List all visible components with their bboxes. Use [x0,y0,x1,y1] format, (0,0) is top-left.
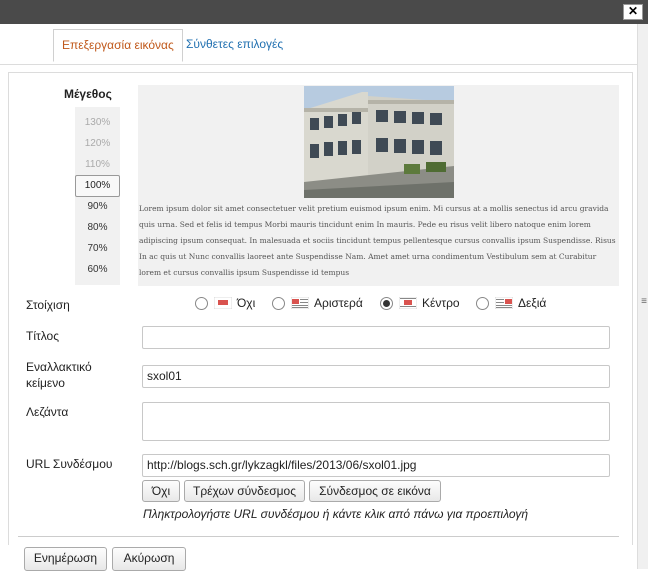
link-url-label: URL Συνδέσμου [26,457,113,471]
alt-text-label-line1: Εναλλακτικό [26,360,92,374]
link-url-hint: Πληκτρολογήστε URL συνδέσμου ή κάντε κλι… [143,507,529,521]
size-option-130[interactable]: 130% [75,113,120,133]
cancel-button[interactable]: Ακύρωση [112,547,186,571]
size-option-100-selected[interactable]: 100% [75,175,120,197]
image-preview-area: Lorem ipsum dolor sit amet consectetuer … [138,85,619,286]
size-option-80[interactable]: 80% [75,218,120,238]
align-left-label: Αριστερά [314,296,363,310]
align-center-icon [399,297,417,309]
alt-text-input[interactable]: sxol01 [142,365,610,388]
alignment-label: Στοίχιση [26,298,70,312]
size-option-120[interactable]: 120% [75,134,120,154]
caption-textarea[interactable] [142,402,610,441]
tab-advanced-settings[interactable]: Σύνθετες επιλογές [178,29,291,59]
size-option-90[interactable]: 90% [75,197,120,217]
size-option-70[interactable]: 70% [75,239,120,259]
size-options: 130% 120% 110% 100% 90% 80% 70% 60% [75,107,120,285]
align-right-icon [495,297,513,309]
close-button[interactable]: ✕ [623,4,643,20]
size-label: Μέγεθος [64,87,112,101]
school-building-image [304,86,454,198]
scroll-grip-icon[interactable]: ≡ [641,297,647,307]
update-button[interactable]: Ενημέρωση [24,547,107,571]
link-url-input[interactable]: http://blogs.sch.gr/lykzagkl/files/2013/… [142,454,610,477]
align-none-label: Όχι [237,296,256,310]
title-label: Τίτλος [26,329,60,343]
tab-edit-image[interactable]: Επεξεργασία εικόνας [53,29,183,62]
align-option-center[interactable]: Κέντρο [380,296,460,310]
align-option-none[interactable]: Όχι [195,296,255,310]
link-to-image-button[interactable]: Σύνδεσμος σε εικόνα [309,480,441,502]
size-option-110[interactable]: 110% [75,155,120,175]
alt-text-label-line2: κείμενο [26,376,65,390]
align-left-radio[interactable] [272,296,285,310]
caption-label: Λεζάντα [26,405,69,419]
dialog-titlebar [0,0,648,24]
align-right-radio[interactable] [476,296,489,310]
size-option-60[interactable]: 60% [75,260,120,280]
preview-sample-text: Lorem ipsum dolor sit amet consectetuer … [139,204,616,277]
align-option-right[interactable]: Δεξιά [476,296,546,310]
align-center-radio[interactable] [380,296,393,310]
link-current-button[interactable]: Τρέχων σύνδεσμος [184,480,305,502]
link-none-button[interactable]: Όχι [142,480,180,502]
tab-bar: Επεξεργασία εικόνας Σύνθετες επιλογές [0,24,637,65]
align-center-label: Κέντρο [422,296,460,310]
align-right-label: Δεξιά [518,296,547,310]
title-input[interactable] [142,326,610,349]
align-none-radio[interactable] [195,296,208,310]
align-left-icon [291,297,309,309]
align-option-left[interactable]: Αριστερά [272,296,363,310]
align-none-icon [214,297,232,309]
footer-divider [18,536,619,537]
